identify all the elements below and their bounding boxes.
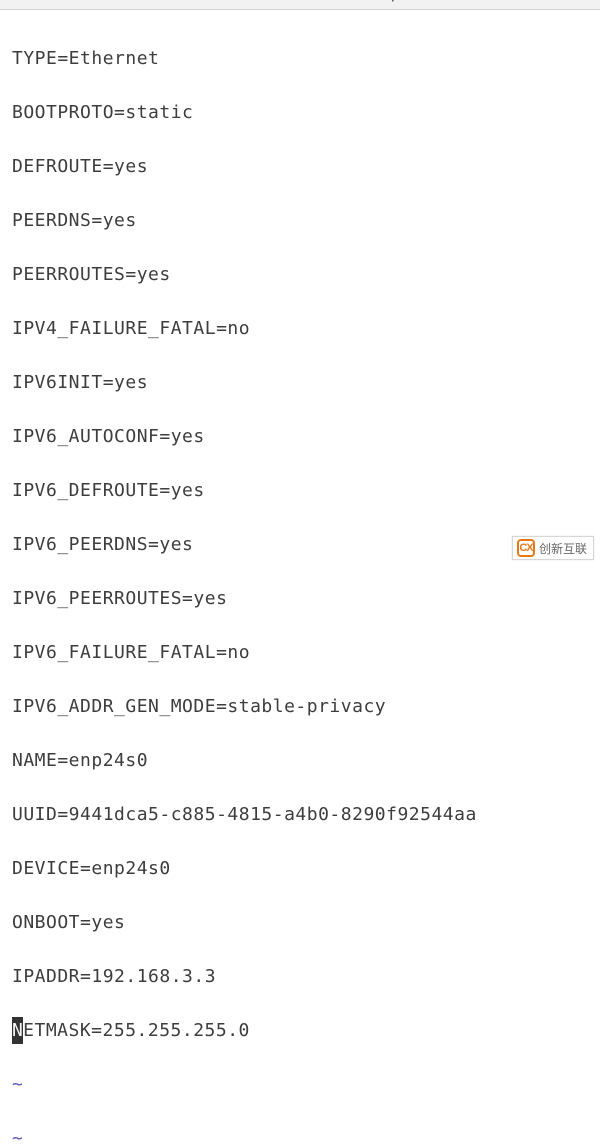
config-line: PEERROUTES=yes [12, 261, 588, 288]
vim-tilde: ~ [12, 1125, 588, 1144]
cursor-line: NETMASK=255.255.255.0 [12, 1017, 588, 1044]
cursor: N [12, 1017, 23, 1044]
config-line: BOOTPROTO=static [12, 99, 588, 126]
vim-tilde: ~ [12, 1071, 588, 1098]
config-line: IPV6INIT=yes [12, 369, 588, 396]
config-line: DEVICE=enp24s0 [12, 855, 588, 882]
watermark-label: 创新互联 [539, 540, 587, 557]
config-line: IPV6_AUTOCONF=yes [12, 423, 588, 450]
watermark-logo-icon: CX [517, 539, 535, 557]
config-line: PEERDNS=yes [12, 207, 588, 234]
config-line: IPADDR=192.168.3.3 [12, 963, 588, 990]
config-line: IPV6_ADDR_GEN_MODE=stable-privacy [12, 693, 588, 720]
menubar: File Edit View Search Terminal Help [0, 0, 600, 10]
config-line: UUID=9441dca5-c885-4815-a4b0-8290f92544a… [12, 801, 588, 828]
config-line: TYPE=Ethernet [12, 45, 588, 72]
config-line: NAME=enp24s0 [12, 747, 588, 774]
config-line: IPV4_FAILURE_FATAL=no [12, 315, 588, 342]
config-line: IPV6_PEERDNS=yes [12, 531, 588, 558]
terminal-editor[interactable]: TYPE=Ethernet BOOTPROTO=static DEFROUTE=… [0, 10, 600, 1144]
config-line: ONBOOT=yes [12, 909, 588, 936]
config-line: DEFROUTE=yes [12, 153, 588, 180]
cursor-line-rest: ETMASK=255.255.255.0 [23, 1020, 250, 1041]
config-line: IPV6_DEFROUTE=yes [12, 477, 588, 504]
watermark: CX 创新互联 [512, 536, 594, 560]
config-line: IPV6_FAILURE_FATAL=no [12, 639, 588, 666]
config-line: IPV6_PEERROUTES=yes [12, 585, 588, 612]
